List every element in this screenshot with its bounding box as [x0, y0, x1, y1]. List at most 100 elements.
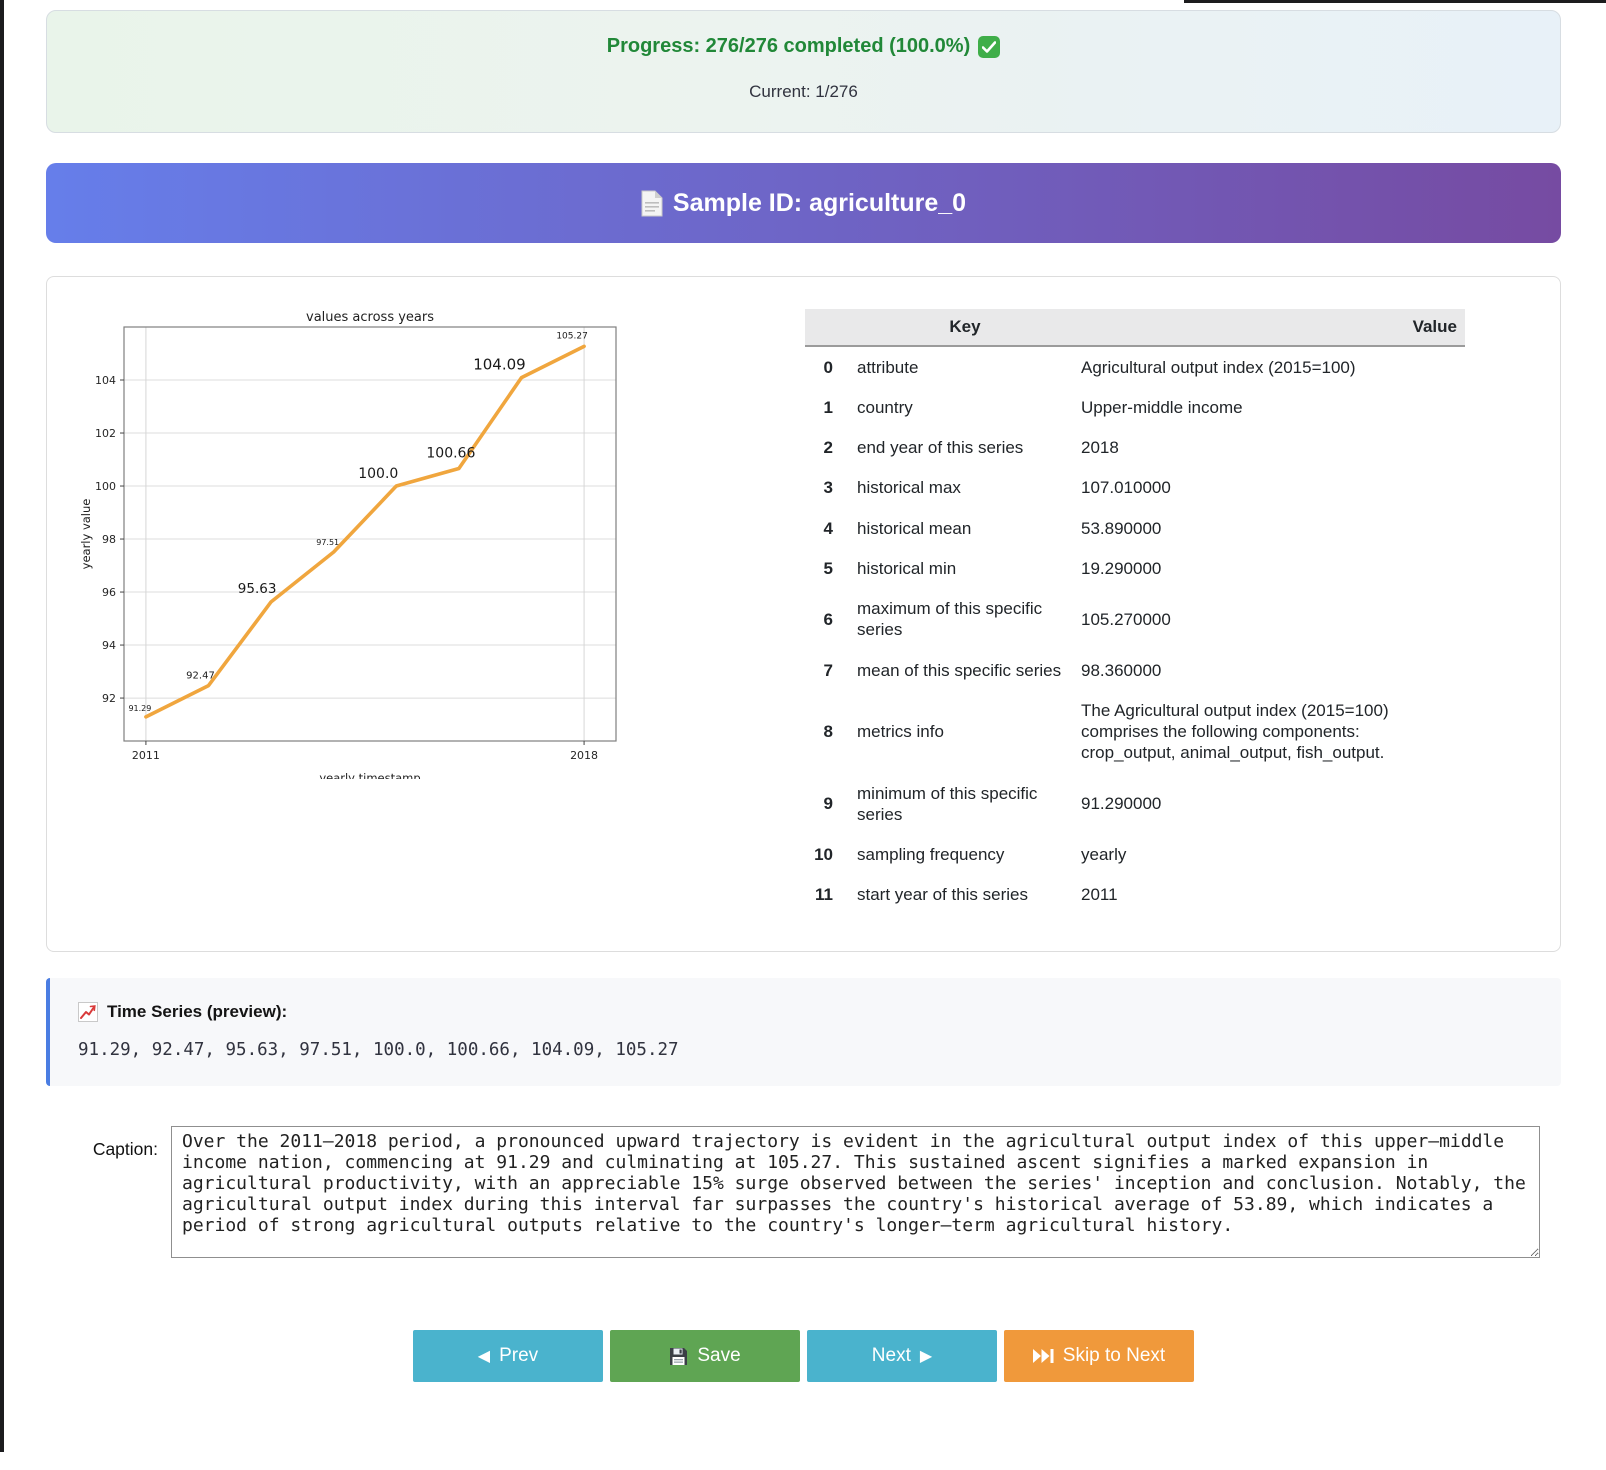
next-button[interactable]: Next ▶ — [807, 1330, 997, 1382]
current-counter: Current: 1/276 — [67, 82, 1540, 102]
row-value: 19.290000 — [1081, 548, 1465, 588]
point-label: 105.27 — [556, 331, 588, 341]
point-label: 95.63 — [238, 581, 277, 597]
table-row: 4historical mean53.890000 — [805, 508, 1465, 548]
left-arrow-icon: ◀ — [478, 1348, 490, 1364]
caption-section: Caption: — [46, 1126, 1561, 1258]
table-row: 10sampling frequencyyearly — [805, 835, 1465, 875]
y-tick-label: 102 — [95, 427, 116, 440]
progress-label: Progress: 276/276 completed (100.0%) — [607, 35, 971, 58]
point-label: 91.29 — [128, 704, 151, 713]
table-row: 9minimum of this specific series91.29000… — [805, 773, 1465, 835]
y-tick-label: 94 — [102, 639, 116, 652]
kv-table: Key Value 0attributeAgricultural output … — [805, 309, 1465, 915]
floppy-disk-icon — [669, 1347, 688, 1366]
row-key: sampling frequency — [849, 835, 1081, 875]
table-row: 8metrics infoThe Agricultural output ind… — [805, 690, 1465, 773]
skip-forward-icon — [1033, 1349, 1054, 1363]
prev-button[interactable]: ◀ Prev — [413, 1330, 603, 1382]
point-label: 104.09 — [473, 356, 526, 374]
row-key: historical min — [849, 548, 1081, 588]
table-row: 6maximum of this specific series105.2700… — [805, 589, 1465, 651]
row-key: historical max — [849, 468, 1081, 508]
table-row: 7mean of this specific series98.360000 — [805, 650, 1465, 690]
x-axis-label: yearly timestamp — [319, 771, 420, 779]
point-label: 100.0 — [358, 466, 398, 482]
row-index: 2 — [805, 428, 849, 468]
row-value: yearly — [1081, 835, 1465, 875]
progress-text: Progress: 276/276 completed (100.0%) — [67, 35, 1540, 58]
y-axis-label: yearly value — [79, 499, 93, 570]
sample-id-header: Sample ID: agriculture_0 — [46, 163, 1561, 243]
row-value: Agricultural output index (2015=100) — [1081, 346, 1465, 387]
table-row: 1countryUpper-middle income — [805, 387, 1465, 427]
timeseries-preview-panel: Time Series (preview): 91.29, 92.47, 95.… — [46, 978, 1561, 1086]
row-index: 10 — [805, 835, 849, 875]
table-row: 0attributeAgricultural output index (201… — [805, 346, 1465, 387]
row-value: 53.890000 — [1081, 508, 1465, 548]
page-title: Sample ID: agriculture_0 — [673, 189, 966, 218]
row-value: 98.360000 — [1081, 650, 1465, 690]
y-tick-label: 104 — [95, 374, 116, 387]
row-value: Upper-middle income — [1081, 387, 1465, 427]
row-key: country — [849, 387, 1081, 427]
caption-textarea[interactable] — [171, 1126, 1540, 1258]
chart-figure: 929496981001021042011201891.2992.4795.63… — [77, 309, 667, 784]
row-index: 3 — [805, 468, 849, 508]
row-key: start year of this series — [849, 875, 1081, 915]
table-row: 3historical max107.010000 — [805, 468, 1465, 508]
point-label: 97.51 — [316, 538, 339, 547]
check-icon — [978, 36, 1000, 58]
row-index: 6 — [805, 589, 849, 651]
x-tick-label: 2011 — [132, 749, 160, 762]
row-index: 9 — [805, 773, 849, 835]
row-key: historical mean — [849, 508, 1081, 548]
row-key: mean of this specific series — [849, 650, 1081, 690]
row-value: 2018 — [1081, 428, 1465, 468]
row-value: 91.290000 — [1081, 773, 1465, 835]
y-tick-label: 98 — [102, 533, 116, 546]
row-value: 107.010000 — [1081, 468, 1465, 508]
row-index: 7 — [805, 650, 849, 690]
row-key: metrics info — [849, 690, 1081, 773]
caption-label: Caption: — [46, 1126, 158, 1160]
row-value: The Agricultural output index (2015=100)… — [1081, 690, 1465, 773]
chart-title: values across years — [306, 310, 434, 325]
right-arrow-icon: ▶ — [920, 1348, 932, 1364]
save-button[interactable]: Save — [610, 1330, 800, 1382]
row-value: 2011 — [1081, 875, 1465, 915]
point-label: 92.47 — [186, 671, 215, 682]
row-key: attribute — [849, 346, 1081, 387]
y-tick-label: 96 — [102, 586, 116, 599]
timeseries-values: 91.29, 92.47, 95.63, 97.51, 100.0, 100.6… — [78, 1040, 1533, 1060]
row-key: minimum of this specific series — [849, 773, 1081, 835]
row-index: 11 — [805, 875, 849, 915]
y-tick-label: 92 — [102, 692, 116, 705]
row-index: 4 — [805, 508, 849, 548]
sample-content-panel: 929496981001021042011201891.2992.4795.63… — [46, 276, 1561, 952]
chart-up-icon — [78, 1002, 98, 1022]
y-tick-label: 100 — [95, 480, 116, 493]
key-column-header: Key — [849, 309, 1081, 346]
window-edge — [1184, 0, 1606, 3]
table-row: 5historical min19.290000 — [805, 548, 1465, 588]
row-key: end year of this series — [849, 428, 1081, 468]
table-row: 11start year of this series2011 — [805, 875, 1465, 915]
kv-table-header: Key Value — [805, 309, 1465, 346]
row-index: 8 — [805, 690, 849, 773]
kv-table-body: 0attributeAgricultural output index (201… — [805, 346, 1465, 915]
index-column-header — [805, 309, 849, 346]
row-key: maximum of this specific series — [849, 589, 1081, 651]
value-column-header: Value — [1081, 309, 1465, 346]
line-chart: 929496981001021042011201891.2992.4795.63… — [77, 309, 667, 779]
point-label: 100.66 — [426, 446, 475, 462]
table-row: 2end year of this series2018 — [805, 428, 1465, 468]
skip-to-next-button[interactable]: Skip to Next — [1004, 1330, 1194, 1382]
timeseries-label: Time Series (preview): — [107, 1002, 287, 1022]
page-icon — [641, 190, 663, 217]
progress-banner: Progress: 276/276 completed (100.0%) Cur… — [46, 10, 1561, 133]
row-value: 105.270000 — [1081, 589, 1465, 651]
row-index: 5 — [805, 548, 849, 588]
row-index: 1 — [805, 387, 849, 427]
row-index: 0 — [805, 346, 849, 387]
